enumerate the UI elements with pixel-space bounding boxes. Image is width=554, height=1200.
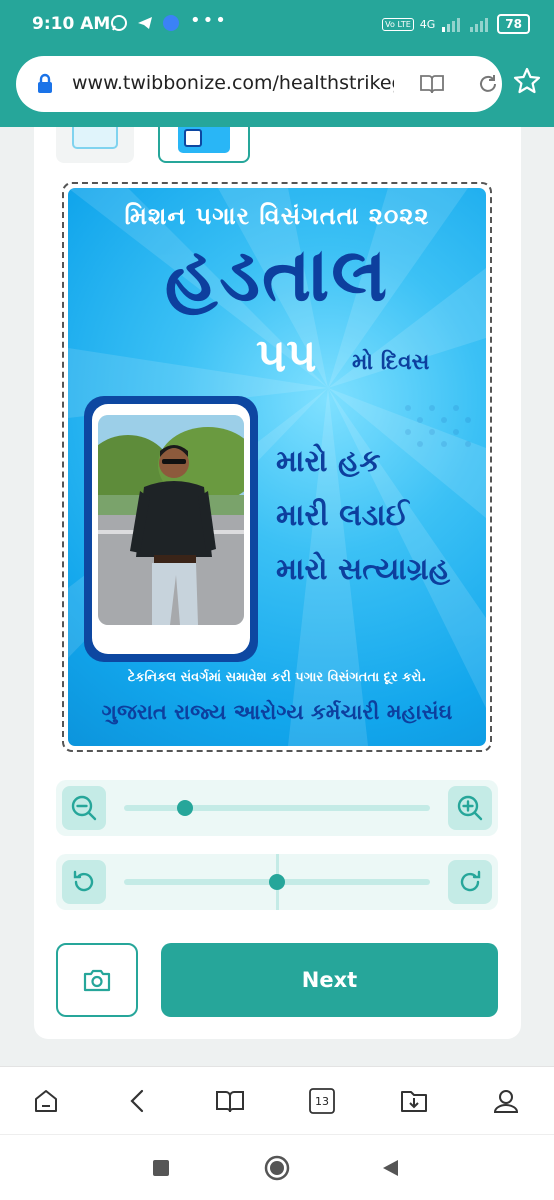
zoom-out-icon bbox=[71, 795, 97, 821]
status-bar: 9:10 AM ••• Vo LTE 4G 78 bbox=[0, 0, 554, 52]
url-text[interactable]: www.twibbonize.com/healthstrikeg bbox=[72, 72, 394, 94]
system-nav-bar bbox=[0, 1134, 554, 1200]
zoom-in-button[interactable] bbox=[448, 786, 492, 830]
back-icon bbox=[130, 1089, 144, 1113]
back-button[interactable] bbox=[122, 1085, 154, 1117]
home-icon bbox=[35, 1090, 57, 1112]
poster-day-number: ૫૫ bbox=[256, 328, 317, 382]
rotate-left-icon bbox=[73, 870, 94, 892]
reload-icon[interactable] bbox=[476, 72, 500, 96]
rotate-slider[interactable] bbox=[124, 874, 430, 890]
twibbon-poster: મિશન પગાર વિસંગતતા ૨૦૨૨ હડતાલ ૫૫ મો દિવસ bbox=[68, 188, 486, 746]
poster-slogan-3: મારો સત્યાગ્રહ bbox=[276, 552, 450, 587]
rotate-right-icon bbox=[460, 870, 481, 892]
signal-icon bbox=[442, 18, 461, 32]
whatsapp-icon bbox=[111, 15, 127, 31]
browser-toolbar: 13 bbox=[0, 1066, 554, 1134]
battery-indicator: 78 bbox=[497, 14, 530, 34]
zoom-slider-handle[interactable] bbox=[177, 800, 194, 816]
rotate-slider-handle[interactable] bbox=[269, 874, 285, 890]
profile-button[interactable] bbox=[490, 1085, 522, 1117]
tabs-button[interactable]: 13 bbox=[306, 1085, 338, 1117]
poster-slogan-1: મારો હક bbox=[276, 444, 381, 479]
lock-icon bbox=[38, 73, 52, 93]
poster-canvas[interactable]: મિશન પગાર વિસંગતતા ૨૦૨૨ હડતાલ ૫૫ મો દિવસ bbox=[62, 182, 492, 752]
rotate-left-button[interactable] bbox=[62, 860, 106, 904]
camera-icon bbox=[83, 969, 111, 992]
download-folder-icon bbox=[401, 1091, 427, 1112]
browser-header: 9:10 AM ••• Vo LTE 4G 78 www.twibbonize.… bbox=[0, 0, 554, 127]
bookmarks-button[interactable] bbox=[214, 1085, 246, 1117]
frame-thumbnail-2-selected[interactable] bbox=[158, 127, 250, 163]
zoom-slider[interactable] bbox=[124, 800, 430, 816]
status-time: 9:10 AM bbox=[32, 14, 111, 34]
photo-mount bbox=[92, 404, 250, 654]
home-button[interactable] bbox=[30, 1085, 62, 1117]
poster-footer-org: ગુજરાત રાજ્ય આરોગ્ય કર્મચારી મહાસંઘ bbox=[101, 700, 453, 724]
user-photo[interactable] bbox=[98, 415, 244, 625]
nav-back-icon[interactable] bbox=[380, 1158, 400, 1178]
change-photo-button[interactable] bbox=[56, 943, 138, 1017]
notification-icons bbox=[110, 14, 180, 32]
recents-icon[interactable] bbox=[152, 1159, 170, 1177]
zoom-in-icon bbox=[457, 795, 483, 821]
book-icon bbox=[216, 1091, 244, 1113]
poster-slogan-2: મારી લડાઈ bbox=[276, 498, 409, 533]
thumbnail-preview bbox=[178, 127, 230, 153]
telegram-icon bbox=[138, 17, 152, 29]
network-type: 4G bbox=[419, 17, 436, 31]
editor-card: મિશન પગાર વિસંગતતા ૨૦૨૨ હડતાલ ૫૫ મો દિવસ bbox=[34, 127, 521, 1039]
reader-mode-icon[interactable] bbox=[419, 72, 445, 96]
downloads-button[interactable] bbox=[398, 1085, 430, 1117]
rotate-right-button[interactable] bbox=[448, 860, 492, 904]
poster-footer-line: ટેકનિકલ સંવર્ગમાં સમાવેશ કરી પગાર વિસંગત… bbox=[127, 670, 427, 685]
thumbnail-photo-slot bbox=[184, 129, 202, 147]
home-circle-icon[interactable] bbox=[264, 1155, 290, 1181]
volte-icon: Vo LTE bbox=[382, 17, 414, 31]
signal-2-icon bbox=[470, 18, 489, 32]
poster-title-main: હડતાલ bbox=[164, 232, 390, 318]
zoom-out-button[interactable] bbox=[62, 786, 106, 830]
app-notification-icon bbox=[163, 15, 179, 31]
profile-icon bbox=[493, 1090, 519, 1113]
tab-count: 13 bbox=[315, 1094, 329, 1108]
rotate-control bbox=[56, 854, 498, 910]
address-bar[interactable]: www.twibbonize.com/healthstrikeg bbox=[16, 56, 502, 112]
photo-frame bbox=[84, 396, 258, 662]
status-right: Vo LTE 4G 78 bbox=[382, 14, 530, 34]
person-photo bbox=[98, 415, 244, 625]
poster-title-top: મિશન પગાર વિસંગતતા ૨૦૨૨ bbox=[124, 202, 430, 230]
next-button[interactable]: Next bbox=[161, 943, 498, 1017]
zoom-control bbox=[56, 780, 498, 836]
bookmark-star-icon[interactable] bbox=[512, 66, 542, 96]
frame-thumbnail-1[interactable] bbox=[56, 127, 134, 163]
poster-day-suffix: મો દિવસ bbox=[352, 350, 430, 375]
thumbnail-preview bbox=[72, 127, 118, 149]
more-notifications-icon: ••• bbox=[190, 10, 228, 31]
